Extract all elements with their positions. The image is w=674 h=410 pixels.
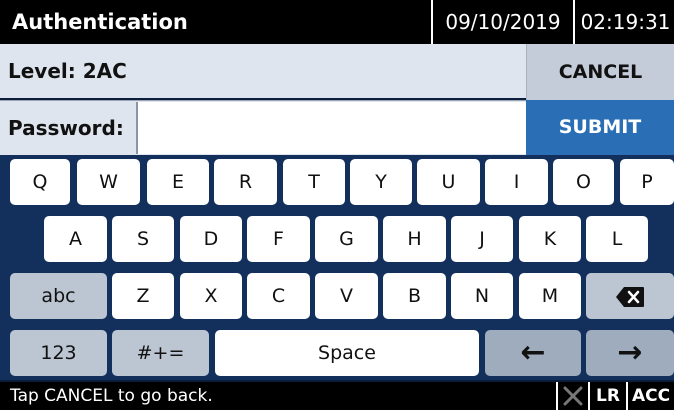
numbers-key[interactable]: 123 bbox=[10, 330, 107, 376]
acc-indicator: ACC bbox=[626, 382, 674, 410]
key-a[interactable]: A bbox=[44, 216, 107, 262]
key-r[interactable]: R bbox=[214, 159, 277, 205]
status-bar: Tap CANCEL to go back. LR ACC bbox=[0, 382, 674, 410]
key-j[interactable]: J bbox=[451, 216, 513, 262]
key-w[interactable]: W bbox=[77, 159, 140, 205]
backspace-icon bbox=[616, 286, 644, 307]
backspace-key[interactable] bbox=[586, 273, 674, 319]
key-t[interactable]: T bbox=[283, 159, 345, 205]
right-arrow-key[interactable]: → bbox=[586, 330, 674, 376]
key-k[interactable]: K bbox=[519, 216, 581, 262]
key-n[interactable]: N bbox=[451, 273, 513, 319]
left-arrow-key[interactable]: ← bbox=[485, 330, 581, 376]
key-h[interactable]: H bbox=[383, 216, 446, 262]
key-g[interactable]: G bbox=[315, 216, 378, 262]
submit-button[interactable]: SUBMIT bbox=[526, 100, 674, 155]
password-input[interactable] bbox=[136, 102, 526, 154]
key-q[interactable]: Q bbox=[10, 159, 70, 205]
key-v[interactable]: V bbox=[315, 273, 378, 319]
key-z[interactable]: Z bbox=[112, 273, 174, 319]
abc-key[interactable]: abc bbox=[10, 273, 107, 319]
key-c[interactable]: C bbox=[247, 273, 310, 319]
wrench-cross-icon bbox=[556, 382, 588, 410]
status-message: Tap CANCEL to go back. bbox=[10, 386, 213, 406]
key-s[interactable]: S bbox=[112, 216, 174, 262]
key-p[interactable]: P bbox=[620, 159, 674, 205]
key-e[interactable]: E bbox=[147, 159, 209, 205]
title-bar: Authentication 09/10/2019 02:19:31 bbox=[0, 0, 674, 44]
key-o[interactable]: O bbox=[553, 159, 614, 205]
space-key[interactable]: Space bbox=[215, 330, 479, 376]
key-u[interactable]: U bbox=[417, 159, 480, 205]
cancel-button[interactable]: CANCEL bbox=[526, 44, 674, 100]
key-x[interactable]: X bbox=[180, 273, 242, 319]
symbols-key[interactable]: #+= bbox=[112, 330, 209, 376]
password-label: Password: bbox=[8, 116, 124, 140]
key-d[interactable]: D bbox=[180, 216, 242, 262]
key-y[interactable]: Y bbox=[350, 159, 412, 205]
level-label: Level: 2AC bbox=[8, 59, 127, 83]
key-f[interactable]: F bbox=[247, 216, 310, 262]
key-m[interactable]: M bbox=[519, 273, 581, 319]
page-title: Authentication bbox=[12, 10, 188, 34]
time-display: 02:19:31 bbox=[573, 0, 674, 44]
onscreen-keyboard: Q W E R T Y U I O P A S D F G H J K L ab… bbox=[0, 155, 674, 380]
key-i[interactable]: I bbox=[485, 159, 548, 205]
key-l[interactable]: L bbox=[586, 216, 648, 262]
lr-indicator: LR bbox=[588, 382, 626, 410]
key-b[interactable]: B bbox=[383, 273, 446, 319]
date-display: 09/10/2019 bbox=[431, 0, 573, 44]
